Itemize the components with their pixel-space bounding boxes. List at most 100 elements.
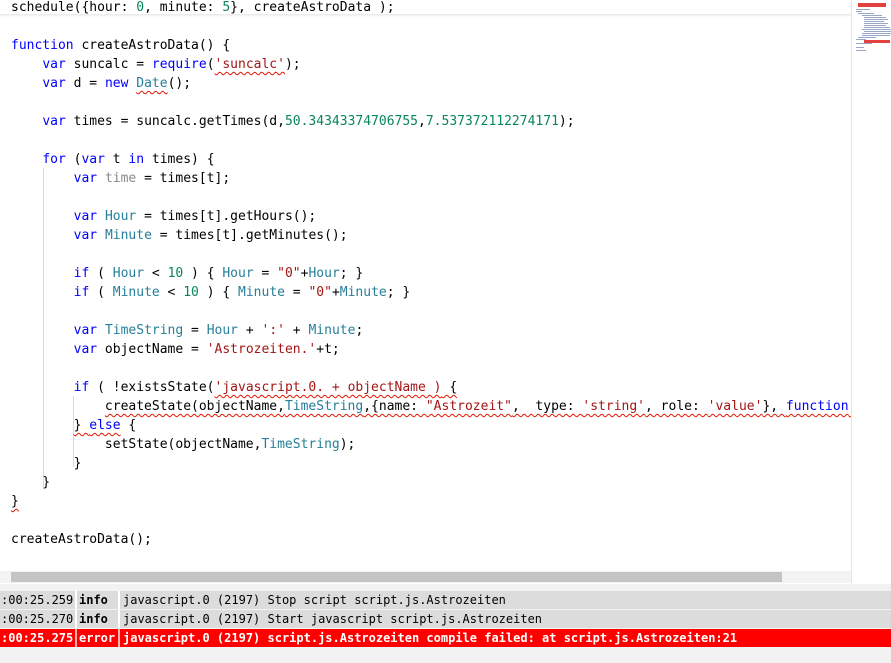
log-timestamp: :00:25.275 [1,631,74,645]
log-row[interactable]: :00:25.259 info javascript.0 (2197) Stop s… [0,591,891,609]
code-line[interactable]: var times = suncalc.getTimes(d,50.343433… [11,112,575,131]
minimap-line [864,25,886,26]
code-token-error: , role: [645,399,708,414]
code-line[interactable]: var Minute = times[t].getMinutes(); [11,226,348,245]
minimap-line [862,33,891,34]
minimap-line [856,11,862,12]
minimap-line [862,29,891,30]
horizontal-scrollbar[interactable] [0,571,851,583]
code-token-error: 'javascript.0. + objectName ) [214,380,442,395]
code-line[interactable]: } [11,492,19,511]
code-token: + [284,323,309,338]
code-line[interactable]: } else { [11,416,137,435]
code-token: ':' [261,323,285,338]
code-token-error: { [441,380,458,395]
code-token: +t; [316,342,340,357]
code-token: + [331,285,340,300]
code-token: ( [89,266,113,281]
code-line[interactable]: var Hour = times[t].getHours(); [11,207,317,226]
code-line[interactable]: function createAstroData() { [11,36,230,55]
code-line[interactable]: var TimeString = Hour + ':' + Minute; [11,321,364,340]
minimap-line [856,50,866,51]
code-token: var [73,209,98,224]
code-token: schedule({hour: [11,0,137,15]
code-line[interactable]: if ( Hour < 10 ) { Hour = "0"+Hour; } [11,264,364,283]
minimap-line [856,43,872,44]
code-token: in [128,152,145,167]
code-token: } [11,475,51,490]
minimap[interactable] [851,0,891,584]
code-token-error: function [785,399,849,414]
code-token: 50.34343374706755 [284,114,419,129]
log-message: javascript.0 (2197) script.js.Astrozeite… [123,631,738,645]
log-timestamp: :00:25.270 [1,612,74,626]
log-row[interactable]: :00:25.275 error javascript.0 (2197) scrip… [0,629,891,647]
code-token: < [159,285,184,300]
code-token: ); [558,114,575,129]
code-token: = times[t].getMinutes(); [151,228,348,243]
log-panel: :00:25.259 info javascript.0 (2197) Stop s… [0,584,891,663]
code-token: new [104,76,129,91]
code-line[interactable]: createAstroData(); [11,530,152,549]
horizontal-scrollbar-thumb[interactable] [11,572,782,582]
minimap-line [856,9,870,10]
code-token: var [42,114,66,129]
code-token: if [73,285,90,300]
code-token: createAstroData(); [11,532,152,547]
code-token: Minute [104,228,152,243]
code-token: ) { [183,266,223,281]
minimap-line [862,15,882,16]
log-row[interactable]: :00:25.270 info javascript.0 (2197) Start … [0,610,891,628]
code-token: Hour [112,266,145,281]
code-line[interactable]: if ( Minute < 10 ) { Minute = "0"+Minute… [11,283,411,302]
code-line[interactable]: if ( !existsState('javascript.0. + objec… [11,378,458,397]
code-token: time [104,171,137,186]
code-token: if [73,266,90,281]
code-line[interactable]: var time = times[t]; [11,169,231,188]
code-token: , minute: [144,0,223,15]
code-line[interactable]: var suncalc = require('suncalc'); [11,55,300,74]
log-level: info [79,612,108,626]
code-token: for [42,152,66,167]
code-token: Minute [339,285,387,300]
code-token: TimeString [261,437,340,452]
code-token-error: 'value' [707,399,763,414]
code-token: TimeString [104,323,184,338]
code-line[interactable]: for (var t in times) { [11,150,214,169]
minimap-error-marker [858,3,886,7]
code-line[interactable]: createState(objectName,TimeString,{name:… [11,397,851,416]
code-line[interactable]: } [11,473,50,492]
code-token: ( !existsState( [89,380,215,395]
code-token: Minute [112,285,160,300]
log-level: info [79,593,108,607]
code-token: ; [355,323,364,338]
code-token: ; } [386,285,411,300]
code-token: ; } [339,266,364,281]
code-line[interactable]: var objectName = 'Astrozeiten.'+t; [11,340,340,359]
code-editor[interactable]: schedule({hour: 0, minute: 5}, createAst… [0,0,851,584]
code-token: = [183,323,207,338]
code-line[interactable]: schedule({hour: 0, minute: 5}, createAst… [11,0,395,17]
minimap-line [858,37,876,38]
code-token: suncalc = [65,57,152,72]
code-token: ( [65,152,82,167]
code-line[interactable]: } [11,454,82,473]
code-line[interactable]: setState(objectName,TimeString); [11,435,355,454]
code-token: var [42,57,66,72]
code-token: { [120,418,137,433]
code-token: 5 [222,0,231,15]
minimap-error-marker [864,40,890,43]
code-token: objectName = [97,342,207,357]
code-token: (); [167,76,192,91]
code-line[interactable]: var d = new Date(); [11,74,191,93]
